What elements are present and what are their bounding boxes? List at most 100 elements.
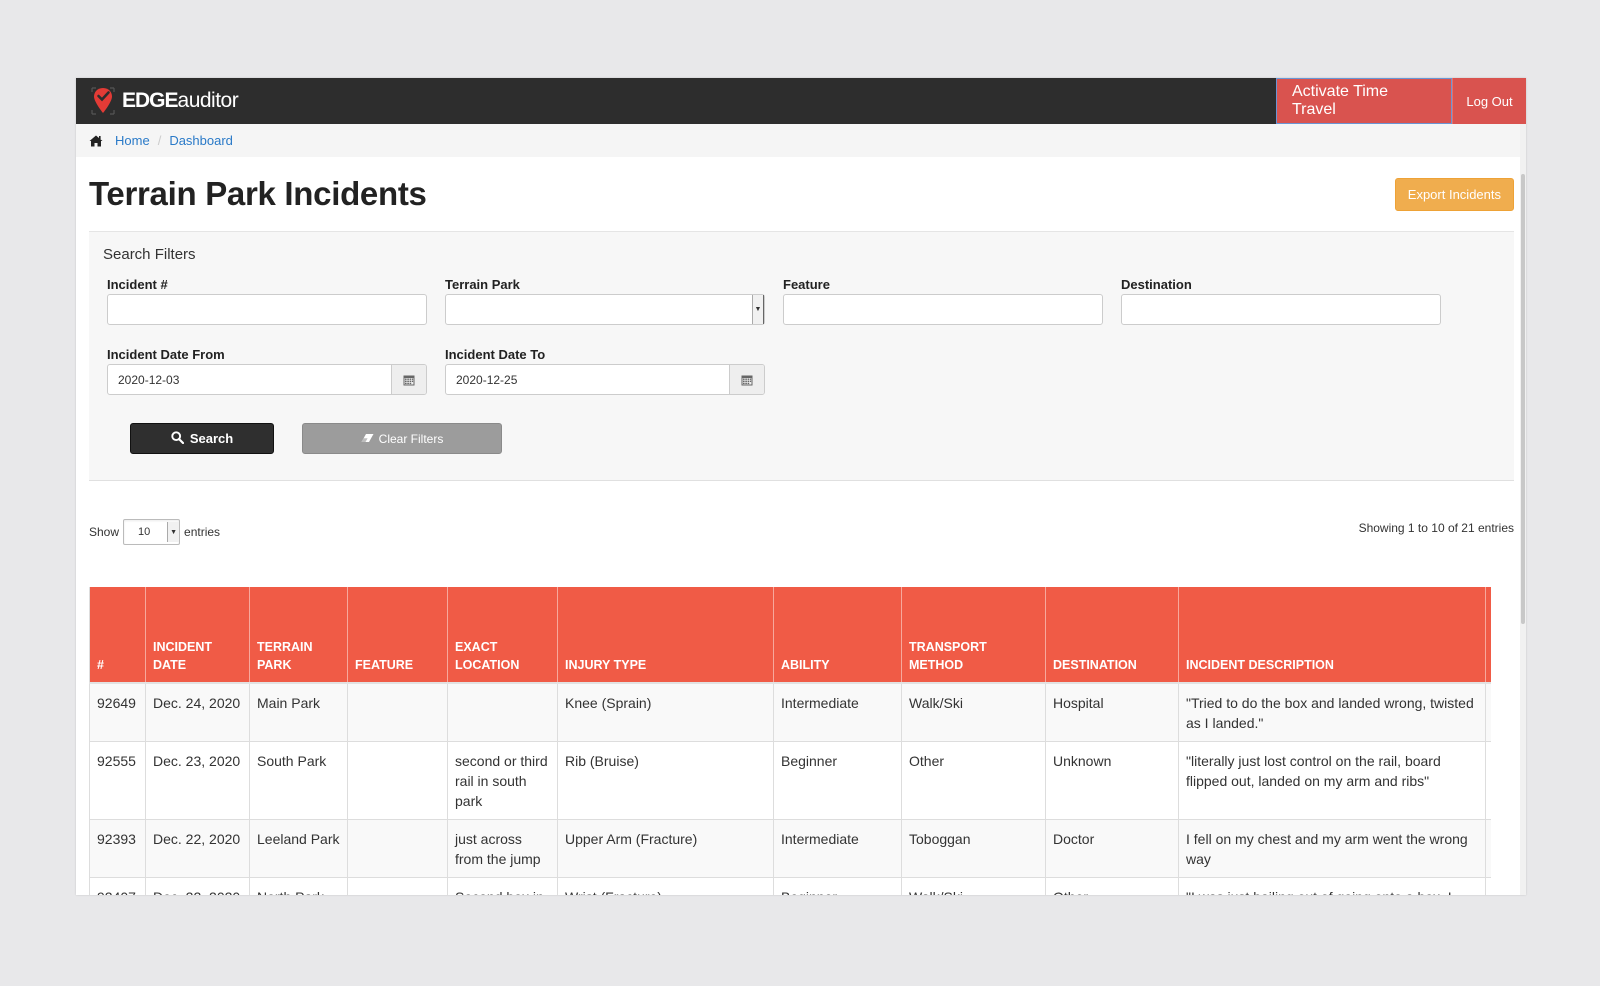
feature-field: Feature	[783, 277, 1103, 325]
brand[interactable]: EDGEauditor	[76, 78, 239, 124]
destination-field: Destination	[1121, 277, 1441, 325]
cell-location: second or third rail in south park	[447, 741, 558, 820]
page-title: Terrain Park Incidents	[89, 175, 427, 212]
table-row[interactable]: 92649 Dec. 24, 2020 Main Park Knee (Sprain)…	[89, 682, 1491, 742]
title-row: Terrain Park Incidents Export Incidents	[89, 157, 1514, 232]
clear-filters-button[interactable]: Clear Filters	[302, 423, 502, 454]
incidents-table: # Incident Date Terrain Park Feature Exact L…	[89, 587, 1491, 895]
cell-injury: Wrist (Fracture)	[557, 877, 774, 895]
calendar-icon[interactable]	[391, 365, 426, 394]
cell-location	[447, 682, 558, 742]
export-incidents-button[interactable]: Export Incidents	[1394, 177, 1514, 211]
cell-extra: "I	[1485, 682, 1491, 742]
search-button[interactable]: Search	[130, 423, 274, 454]
page-scrollbar[interactable]	[1520, 124, 1526, 895]
table-controls: Show 10 ▼ entries Showing 1 to 10 of 21 …	[89, 517, 1514, 547]
breadcrumb-dashboard-link[interactable]: Dashboard	[169, 133, 233, 148]
incident-number-input[interactable]	[107, 294, 427, 325]
column-header-transport[interactable]: Transport Method	[901, 587, 1046, 683]
cell-park: Main Park	[249, 682, 348, 742]
cell-location: Second box in	[447, 877, 558, 895]
cell-id: 92555	[89, 741, 146, 820]
column-header-description[interactable]: Incident Description	[1178, 587, 1486, 683]
column-header-destination[interactable]: Destination	[1045, 587, 1179, 683]
main-content: Terrain Park Incidents Export Incidents …	[76, 157, 1526, 895]
column-header-location[interactable]: Exact Location	[447, 587, 558, 683]
table-info: Showing 1 to 10 of 21 entries	[1358, 521, 1514, 535]
cell-park: Leeland Park	[249, 819, 348, 878]
brand-name-light: auditor	[177, 89, 239, 112]
cell-transport: Walk/Ski	[901, 877, 1046, 895]
cell-feature	[347, 682, 448, 742]
browser-viewport: EDGEauditor Activate Time Travel Log Out…	[76, 78, 1526, 895]
cell-destination: Doctor	[1045, 819, 1179, 878]
cell-ability: Intermediate	[773, 819, 902, 878]
page-length-select[interactable]: 10 ▼	[123, 519, 181, 545]
clear-filters-label: Clear Filters	[378, 431, 444, 446]
terrain-park-select[interactable]: ▼	[445, 294, 765, 325]
cell-injury: Upper Arm (Fracture)	[557, 819, 774, 878]
home-icon[interactable]	[89, 135, 103, 147]
breadcrumb-home-link[interactable]: Home	[115, 133, 150, 148]
chevron-down-icon[interactable]: ▼	[752, 295, 764, 324]
show-label: Show	[89, 525, 120, 539]
page-length-value: 10	[138, 526, 151, 538]
date-to-input[interactable]	[446, 365, 729, 394]
cell-date: Dec. 22, 2020	[145, 819, 250, 878]
cell-description: "literally just lost control on the rail…	[1178, 741, 1486, 820]
calendar-icon[interactable]	[729, 365, 764, 394]
cell-injury: Knee (Sprain)	[557, 682, 774, 742]
cell-destination: Other	[1045, 877, 1179, 895]
incidents-table-wrapper: # Incident Date Terrain Park Feature Exact L…	[89, 587, 1491, 895]
table-row[interactable]: 92555 Dec. 23, 2020 South Park second or th…	[89, 741, 1491, 820]
destination-input[interactable]	[1121, 294, 1441, 325]
cell-description: I fell on my chest and my arm went the w…	[1178, 819, 1486, 878]
cell-extra: "N	[1485, 877, 1491, 895]
search-filters-panel: Search Filters Incident # Terrain Park ▼…	[89, 232, 1514, 481]
date-from-input[interactable]	[108, 365, 391, 394]
cell-transport: Other	[901, 741, 1046, 820]
brand-name-bold: EDGE	[122, 89, 179, 112]
cell-destination: Unknown	[1045, 741, 1179, 820]
date-to-label: Incident Date To	[445, 347, 546, 362]
cell-id: 92407	[89, 877, 146, 895]
column-header-feature[interactable]: Feature	[347, 587, 448, 683]
search-button-label: Search	[189, 431, 234, 446]
eraser-icon	[361, 432, 374, 446]
cell-id: 92649	[89, 682, 146, 742]
page-scrollbar-thumb[interactable]	[1521, 174, 1525, 624]
brand-name: EDGEauditor	[122, 89, 239, 113]
column-header-date[interactable]: Incident Date	[145, 587, 250, 683]
column-header-id[interactable]: #	[89, 587, 146, 683]
terrain-park-label: Terrain Park	[445, 277, 520, 292]
cell-id: 92393	[89, 819, 146, 878]
breadcrumb-separator: /	[157, 133, 162, 148]
search-icon	[171, 430, 184, 447]
column-header-injury[interactable]: Injury Type	[557, 587, 774, 683]
log-out-button[interactable]: Log Out	[1452, 78, 1526, 124]
column-header-ability[interactable]: Ability	[773, 587, 902, 683]
cell-feature	[347, 819, 448, 878]
page-length-control: Show 10 ▼ entries	[89, 519, 220, 545]
feature-input[interactable]	[783, 294, 1103, 325]
table-header-row: # Incident Date Terrain Park Feature Exact L…	[89, 587, 1491, 683]
table-row[interactable]: 92407Dec. 22, 2020North Park Second box i…	[89, 877, 1491, 895]
column-header-park[interactable]: Terrain Park	[249, 587, 348, 683]
date-from-label: Incident Date From	[107, 347, 225, 362]
cell-date: Dec. 24, 2020	[145, 682, 250, 742]
feature-label: Feature	[783, 277, 830, 292]
table-row[interactable]: 92393 Dec. 22, 2020 Leeland Park just acros…	[89, 819, 1491, 878]
chevron-down-icon[interactable]: ▼	[167, 522, 180, 542]
activate-time-travel-button[interactable]: Activate Time Travel	[1276, 78, 1452, 124]
cell-date: Dec. 23, 2020	[145, 741, 250, 820]
incident-number-field: Incident #	[107, 277, 427, 325]
search-filters-title: Search Filters	[103, 246, 196, 263]
cell-description: "I was just bailing out of going onto a …	[1178, 877, 1486, 895]
cell-transport: Walk/Ski	[901, 682, 1046, 742]
cell-injury: Rib (Bruise)	[557, 741, 774, 820]
column-header-extra[interactable]: Ho	[1485, 587, 1491, 683]
cell-date: Dec. 22, 2020	[145, 877, 250, 895]
destination-label: Destination	[1121, 277, 1192, 292]
cell-park: South Park	[249, 741, 348, 820]
location-check-logo-icon	[90, 85, 116, 117]
